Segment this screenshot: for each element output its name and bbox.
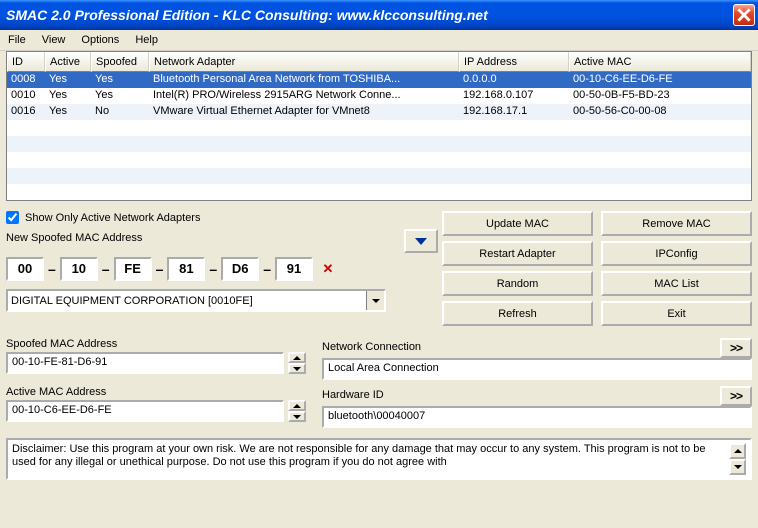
random-button[interactable]: Random: [442, 271, 593, 296]
netconn-more-button[interactable]: >>: [720, 338, 752, 358]
menu-view[interactable]: View: [42, 34, 66, 46]
maclist-button[interactable]: MAC List: [601, 271, 752, 296]
mac-seg-6[interactable]: 91: [275, 257, 313, 281]
disclaimer-scrollbar[interactable]: [729, 443, 746, 475]
table-row[interactable]: 0016 Yes No VMware Virtual Ethernet Adap…: [7, 104, 751, 120]
netconn-label: Network Connection: [322, 341, 720, 353]
menu-file[interactable]: File: [8, 34, 26, 46]
new-spoofed-label: New Spoofed MAC Address: [6, 232, 396, 244]
table-row[interactable]: [7, 152, 751, 168]
restart-adapter-button[interactable]: Restart Adapter: [442, 241, 593, 266]
spinner-down[interactable]: [288, 363, 306, 374]
table-row[interactable]: 0008 Yes Yes Bluetooth Personal Area Net…: [7, 72, 751, 88]
window-title: SMAC 2.0 Professional Edition - KLC Cons…: [6, 7, 733, 23]
col-spoofed[interactable]: Spoofed: [91, 52, 149, 72]
spinner-down[interactable]: [288, 411, 306, 422]
exit-button[interactable]: Exit: [601, 301, 752, 326]
chevron-down-icon: [415, 238, 427, 245]
table-row[interactable]: [7, 120, 751, 136]
mac-seg-2[interactable]: 10: [60, 257, 98, 281]
close-icon: [737, 8, 751, 22]
spinner-up[interactable]: [288, 352, 306, 363]
update-mac-button[interactable]: Update MAC: [442, 211, 593, 236]
grid-header: ID Active Spoofed Network Adapter IP Add…: [7, 52, 751, 72]
hwid-label: Hardware ID: [322, 389, 720, 401]
mac-seg-3[interactable]: FE: [114, 257, 152, 281]
table-row[interactable]: [7, 184, 751, 200]
active-mac-field[interactable]: 00-10-C6-EE-D6-FE: [6, 400, 284, 422]
ipconfig-button[interactable]: IPConfig: [601, 241, 752, 266]
col-id[interactable]: ID: [7, 52, 45, 72]
col-mac[interactable]: Active MAC: [569, 52, 751, 72]
show-active-input[interactable]: [6, 211, 19, 224]
remove-mac-button[interactable]: Remove MAC: [601, 211, 752, 236]
spinner-up[interactable]: [288, 400, 306, 411]
grid-body: 0008 Yes Yes Bluetooth Personal Area Net…: [7, 72, 751, 200]
spoofed-mac-label: Spoofed MAC Address: [6, 338, 306, 350]
active-mac-label: Active MAC Address: [6, 386, 306, 398]
clear-mac-button[interactable]: ✕: [317, 258, 339, 280]
mac-input-row: 00 – 10 – FE – 81 – D6 – 91 ✕: [6, 257, 438, 281]
scroll-down[interactable]: [729, 459, 746, 475]
col-ip[interactable]: IP Address: [459, 52, 569, 72]
close-button[interactable]: [733, 4, 755, 26]
menu-options[interactable]: Options: [81, 34, 119, 46]
titlebar: SMAC 2.0 Professional Edition - KLC Cons…: [0, 0, 758, 30]
adapter-grid[interactable]: ID Active Spoofed Network Adapter IP Add…: [6, 51, 752, 201]
active-spinner[interactable]: [288, 400, 306, 422]
netconn-field[interactable]: Local Area Connection: [322, 358, 752, 380]
refresh-button[interactable]: Refresh: [442, 301, 593, 326]
spoofed-mac-field[interactable]: 00-10-FE-81-D6-91: [6, 352, 284, 374]
hwid-more-button[interactable]: >>: [720, 386, 752, 406]
mac-seg-1[interactable]: 00: [6, 257, 44, 281]
table-row[interactable]: 0010 Yes Yes Intel(R) PRO/Wireless 2915A…: [7, 88, 751, 104]
mac-dropdown-button[interactable]: [404, 229, 438, 253]
vendor-select[interactable]: DIGITAL EQUIPMENT CORPORATION [0010FE]: [6, 289, 386, 312]
menubar: File View Options Help: [0, 30, 758, 51]
spoofed-spinner[interactable]: [288, 352, 306, 374]
hwid-field[interactable]: bluetooth\00040007: [322, 406, 752, 428]
col-active[interactable]: Active: [45, 52, 91, 72]
mac-seg-5[interactable]: D6: [221, 257, 259, 281]
table-row[interactable]: [7, 168, 751, 184]
disclaimer-box: Disclaimer: Use this program at your own…: [6, 438, 752, 480]
mac-seg-4[interactable]: 81: [167, 257, 205, 281]
menu-help[interactable]: Help: [135, 34, 158, 46]
scroll-up[interactable]: [729, 443, 746, 459]
col-adapter[interactable]: Network Adapter: [149, 52, 459, 72]
table-row[interactable]: [7, 136, 751, 152]
show-active-checkbox[interactable]: Show Only Active Network Adapters: [6, 211, 396, 224]
chevron-down-icon: [366, 291, 384, 310]
